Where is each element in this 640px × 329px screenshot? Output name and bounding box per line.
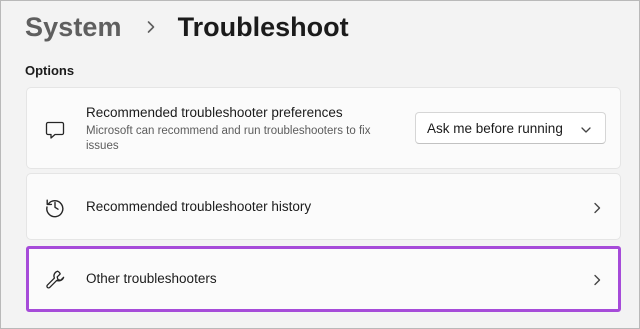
troubleshooter-history-row[interactable]: Recommended troubleshooter history	[26, 173, 621, 240]
section-heading-options: Options	[25, 63, 75, 78]
troubleshooter-history-title: Recommended troubleshooter history	[86, 199, 312, 214]
troubleshooter-preferences-card: Recommended troubleshooter preferences M…	[26, 87, 621, 169]
chevron-right-icon	[592, 273, 602, 286]
dropdown-selected-value: Ask me before running	[427, 120, 563, 136]
other-troubleshooters-row[interactable]: Other troubleshooters	[26, 246, 621, 312]
breadcrumb: System Troubleshoot	[25, 5, 349, 49]
history-icon	[43, 195, 67, 219]
wrench-icon	[43, 267, 67, 291]
chevron-right-icon	[592, 201, 602, 214]
other-troubleshooters-title: Other troubleshooters	[86, 271, 217, 286]
chevron-down-icon	[581, 123, 591, 133]
troubleshooter-preferences-description: Microsoft can recommend and run troubles…	[86, 125, 371, 152]
page-title: Troubleshoot	[177, 11, 349, 42]
troubleshooter-preferences-title: Recommended troubleshooter preferences	[86, 105, 343, 120]
chat-bubble-icon	[43, 118, 67, 142]
chevron-right-icon	[140, 16, 162, 38]
troubleshooter-preferences-dropdown[interactable]: Ask me before running	[415, 112, 606, 144]
breadcrumb-system-link[interactable]: System	[25, 12, 122, 43]
